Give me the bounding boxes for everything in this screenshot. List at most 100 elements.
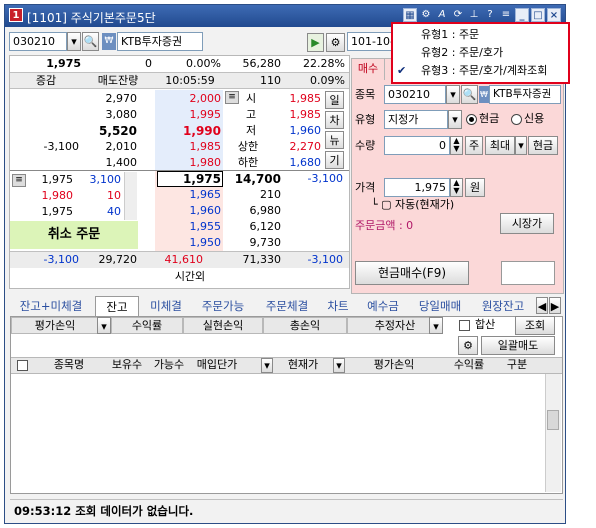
order-stock-logo-icon: ₩ bbox=[479, 86, 489, 103]
chart-button[interactable]: 차 bbox=[325, 111, 344, 129]
radio-credit-label: 신용 bbox=[524, 112, 545, 125]
radio-cash[interactable] bbox=[466, 114, 477, 125]
gear-icon[interactable]: ⚙ bbox=[326, 33, 345, 52]
stock-code-input[interactable]: 030210 bbox=[9, 32, 67, 51]
qty-stepper-icon[interactable]: ▲ ▼ bbox=[450, 136, 463, 155]
gear-small-icon[interactable]: ⚙ bbox=[458, 336, 478, 355]
price-won-button[interactable]: 원 bbox=[465, 178, 485, 197]
qty-max-dropdown-icon[interactable]: ▾ bbox=[515, 136, 527, 155]
order-code-input[interactable]: 030210 bbox=[384, 85, 446, 104]
tab-next-icon[interactable]: ▶ bbox=[549, 297, 561, 314]
bid-qty: 9,730 bbox=[249, 236, 282, 249]
cancel-order-button[interactable]: 취소 주문 bbox=[10, 221, 138, 249]
trade-menu-icon[interactable]: ≡ bbox=[12, 174, 26, 187]
tab-order-fill[interactable]: 주문체결 bbox=[257, 296, 317, 316]
menu-icon[interactable]: ≡ bbox=[225, 91, 239, 104]
help-icon[interactable]: ? bbox=[483, 8, 497, 22]
tab-balance-unfilled[interactable]: 잔고+미체결 bbox=[10, 296, 92, 316]
order-qty-label: 수량 bbox=[355, 139, 376, 152]
eval-dropdown-icon[interactable]: ▾ bbox=[97, 317, 111, 334]
total-bid: 71,330 bbox=[242, 253, 282, 266]
ask-qty: 2,010 bbox=[105, 140, 138, 153]
price-stepper-icon[interactable]: ▲ ▼ bbox=[450, 178, 463, 197]
tab-prev-icon[interactable]: ◀ bbox=[536, 297, 548, 314]
volume: 56,280 bbox=[242, 57, 282, 70]
tab-buy[interactable]: 매수 bbox=[351, 58, 385, 80]
order-type-label: 유형 bbox=[355, 113, 376, 126]
asset-dropdown-icon[interactable]: ▾ bbox=[429, 317, 443, 334]
ask-qty: 1,400 bbox=[105, 156, 138, 169]
tab-deposit[interactable]: 예수금 bbox=[360, 296, 406, 316]
th-available: 가능수 bbox=[153, 358, 185, 371]
order-blank-box bbox=[501, 261, 555, 285]
th-eval: 평가손익 bbox=[373, 358, 415, 371]
summary-header-total: 총손익 bbox=[263, 317, 347, 334]
trade-scrollbar[interactable] bbox=[124, 172, 137, 220]
trade-price: 1,980 bbox=[41, 189, 74, 202]
order-code-dropdown-icon[interactable]: ▾ bbox=[446, 85, 460, 104]
ask-price: 1,990 bbox=[183, 124, 221, 138]
bid-price: 1,960 bbox=[189, 204, 222, 217]
layout-icon[interactable]: ▦ bbox=[403, 8, 417, 22]
cur-change: -3,100 bbox=[307, 172, 343, 185]
tab-balance[interactable]: 잔고 bbox=[95, 296, 139, 316]
link-icon[interactable]: ⟳ bbox=[451, 8, 465, 22]
order-type-select[interactable]: 지정가 bbox=[384, 110, 448, 129]
status-bar: 09:53:12 조회 데이터가 없습니다. bbox=[10, 499, 563, 521]
tab-daily-trade[interactable]: 당일매매 bbox=[410, 296, 470, 316]
news-button[interactable]: 뉴 bbox=[325, 131, 344, 149]
qty-ju-button[interactable]: 주 bbox=[465, 136, 483, 155]
ask-qty: 5,520 bbox=[99, 124, 137, 138]
bid-qty: 6,980 bbox=[249, 204, 282, 217]
select-all-checkbox[interactable] bbox=[17, 360, 28, 371]
buy-price-dropdown-icon[interactable]: ▾ bbox=[261, 358, 273, 373]
list-icon[interactable]: ≡ bbox=[499, 8, 513, 22]
search-icon[interactable]: 🔍 bbox=[82, 32, 99, 51]
stock-code-dropdown-icon[interactable]: ▾ bbox=[67, 32, 81, 51]
info-label-upper: 상한 bbox=[237, 140, 259, 153]
daily-button[interactable]: 일 bbox=[325, 91, 344, 109]
tab-unfilled[interactable]: 미체결 bbox=[141, 296, 191, 316]
query-button[interactable]: 조회 bbox=[515, 316, 555, 335]
pin-icon[interactable]: ⊥ bbox=[467, 8, 481, 22]
change-rate: 0.00% bbox=[186, 57, 221, 70]
close-icon[interactable]: × bbox=[547, 8, 561, 22]
popup-item-type2[interactable]: 유형2 : 주문/호가 bbox=[421, 44, 561, 62]
qty-max-button[interactable]: 최대 bbox=[485, 136, 515, 155]
tab-ledger-balance[interactable]: 원장잔고 bbox=[473, 296, 533, 316]
sum-checkbox[interactable] bbox=[459, 320, 470, 331]
table-scrollbar[interactable] bbox=[545, 374, 561, 492]
trade-price: 1,975 bbox=[41, 205, 74, 218]
order-price-input[interactable]: 1,975 bbox=[384, 178, 450, 197]
order-type-dropdown-icon[interactable]: ▾ bbox=[448, 110, 462, 129]
auto-price-checkbox[interactable]: └ ▢ 자동(현재가) bbox=[371, 197, 491, 213]
scrollbar-thumb[interactable] bbox=[547, 410, 559, 430]
quote-time: 10:05:59 bbox=[165, 74, 215, 87]
bulk-sell-button[interactable]: 일괄매도 bbox=[481, 336, 555, 355]
order-qty-input[interactable]: 0 bbox=[384, 136, 450, 155]
popup-item-type3[interactable]: 유형3 : 주문/호가/계좌조회 bbox=[421, 62, 571, 80]
qty-cash-button[interactable]: 현금 bbox=[528, 136, 558, 155]
tab-chart[interactable]: 차트 bbox=[320, 296, 356, 316]
cash-buy-button[interactable]: 현금매수(F9) bbox=[355, 261, 469, 285]
font-icon[interactable]: A bbox=[435, 8, 449, 22]
maximize-icon[interactable]: □ bbox=[531, 8, 545, 22]
th-name: 종목명 bbox=[53, 358, 85, 371]
cur-price-dropdown-icon[interactable]: ▾ bbox=[333, 358, 345, 373]
bid-qty: 210 bbox=[260, 188, 281, 201]
play-icon[interactable]: ▶ bbox=[307, 33, 324, 52]
title-toolbar: ▦ ⚙ A ⟳ ⊥ ? ≡ _ □ × bbox=[403, 8, 561, 22]
settings-icon[interactable]: ⚙ bbox=[419, 8, 433, 22]
minimize-icon[interactable]: _ bbox=[515, 8, 529, 22]
summary-header-eval: 평가손익 bbox=[11, 317, 99, 334]
market-price-button[interactable]: 시장가 bbox=[500, 213, 554, 234]
price-change: 0 bbox=[145, 57, 152, 70]
order-search-icon[interactable]: 🔍 bbox=[461, 85, 478, 104]
info-button[interactable]: 기 bbox=[325, 151, 344, 169]
bid-price: 1,965 bbox=[189, 188, 222, 201]
info-label-high: 고 bbox=[245, 108, 257, 121]
th-buy-price: 매입단가 bbox=[196, 358, 238, 371]
popup-item-type1[interactable]: 유형1 : 주문 bbox=[421, 26, 561, 44]
tab-orderable[interactable]: 주문가능 bbox=[193, 296, 253, 316]
radio-credit[interactable] bbox=[511, 114, 522, 125]
